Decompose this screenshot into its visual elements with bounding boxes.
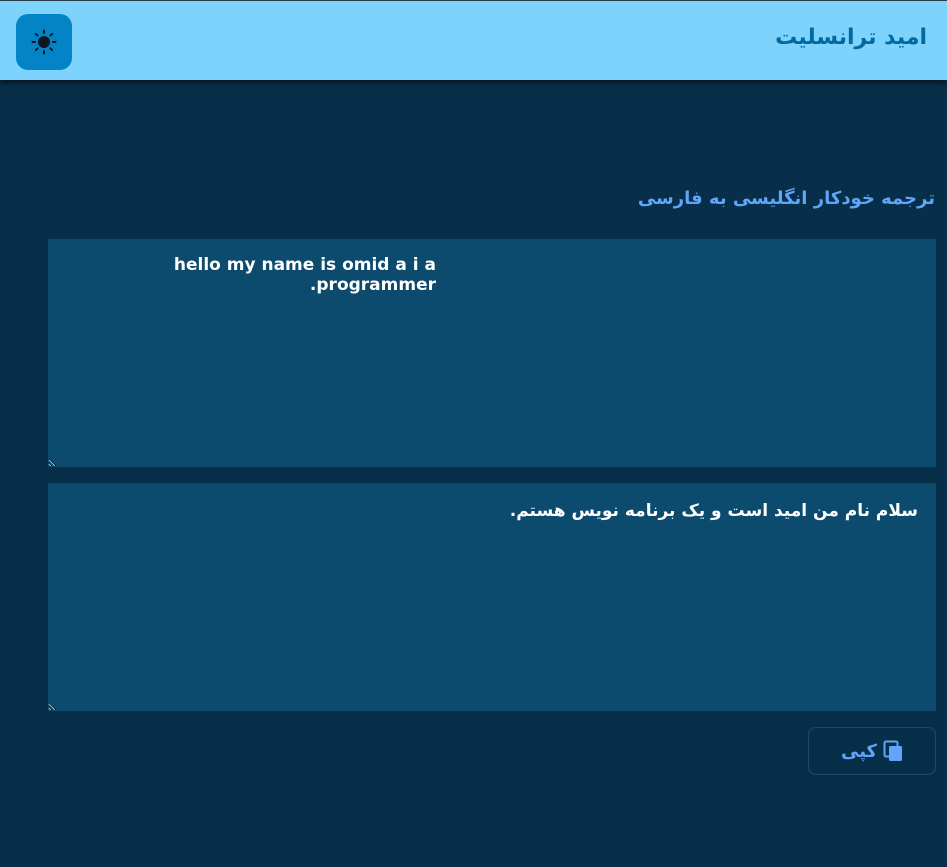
source-text-input[interactable]: hello my name is omid a i a programmer. (48, 239, 936, 467)
copy-button[interactable]: کپی (808, 727, 936, 775)
theme-toggle-button[interactable] (16, 14, 72, 70)
top-bar: امید ترانسلیت (0, 0, 947, 80)
copy-button-label: کپی (840, 740, 878, 762)
app-title: امید ترانسلیت (775, 25, 927, 50)
translation-output[interactable]: سلام نام من امید است و یک برنامه نویس هس… (48, 483, 936, 711)
app-root: امید ترانسلیت ترجمه خودکار انگلیسی به فا… (0, 0, 947, 867)
page-subtitle: ترجمه خودکار انگلیسی به فارسی (637, 188, 935, 209)
copy-icon (883, 740, 903, 762)
sun-icon (31, 29, 57, 55)
